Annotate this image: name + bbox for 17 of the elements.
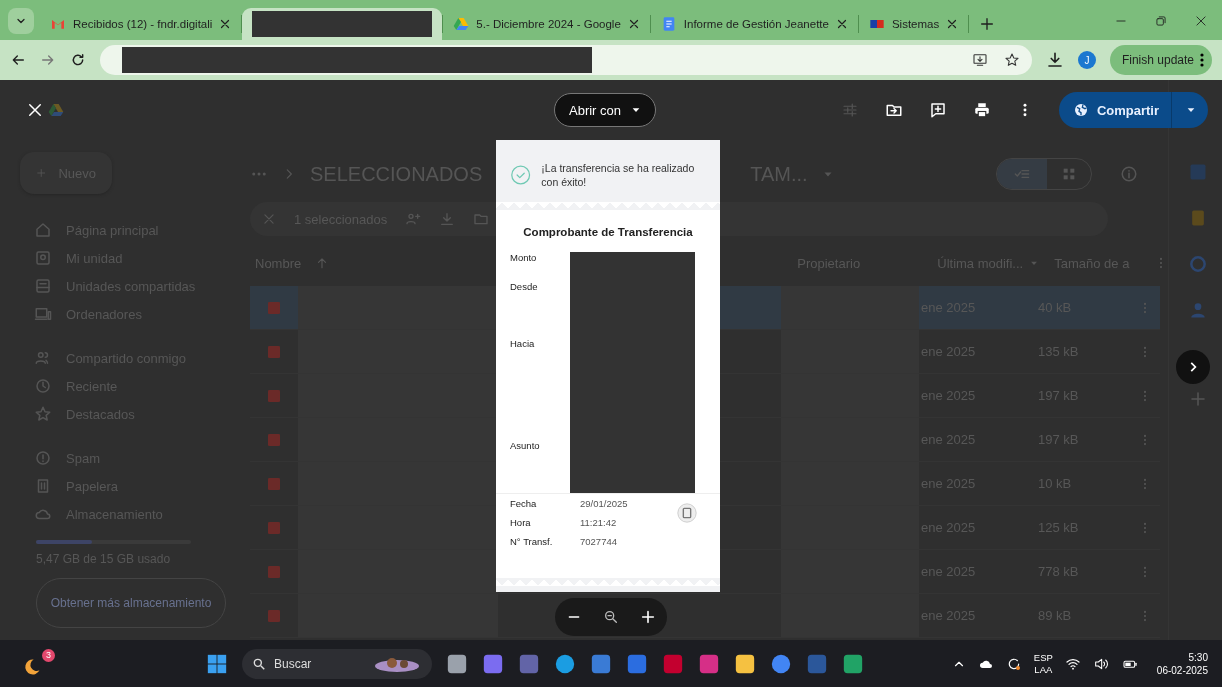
receipt-title: Comprobante de Transferencia [522, 226, 694, 238]
field-label: Hora [510, 517, 532, 528]
tab-title: Sistemas [891, 18, 940, 30]
field-label: N° Transf. [510, 536, 554, 547]
notification-badge: 3 [42, 648, 55, 662]
tab-title: 5.- Diciembre 2024 - Google [476, 18, 621, 30]
field-value: 29/01/2025 [580, 498, 629, 509]
success-message: ¡La transferencia se ha realizado con éxito! [541, 161, 696, 189]
field-label: Fecha [510, 498, 538, 509]
field-label: Hacia [510, 338, 536, 351]
field-label: Desde [510, 281, 539, 294]
tab-title: Recibidos (12) - fndr.digitali [73, 18, 213, 30]
field-label: Asunto [510, 440, 541, 453]
tab-title: Informe de Gestión Jeanette [683, 18, 829, 30]
field-label: Monto [510, 252, 538, 265]
field-value: 7027744 [580, 536, 618, 547]
field-value: 11:21:42 [580, 517, 618, 528]
